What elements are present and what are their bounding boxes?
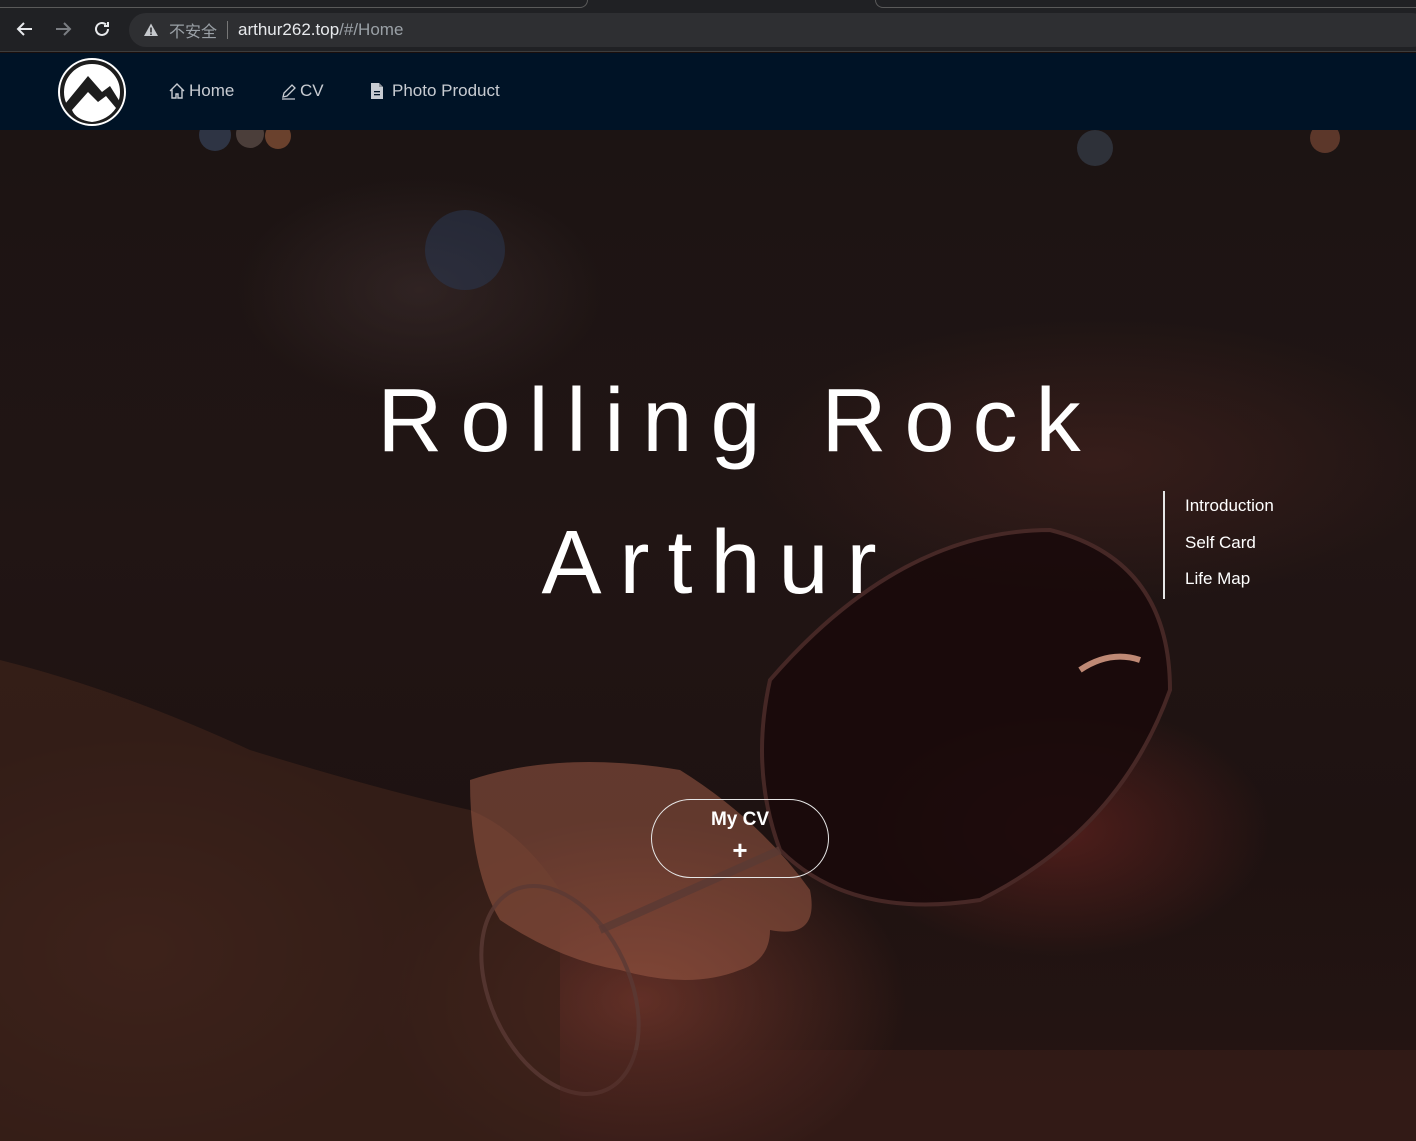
side-menu-self-card[interactable]: Self Card bbox=[1185, 528, 1274, 565]
home-icon bbox=[169, 83, 185, 99]
url-path: /#/Home bbox=[339, 20, 404, 39]
arrow-right-icon bbox=[56, 22, 72, 36]
nav-cv-label: CV bbox=[300, 81, 324, 100]
pencil-icon bbox=[282, 83, 296, 100]
browser-tab[interactable] bbox=[875, 0, 1416, 8]
document-icon bbox=[371, 83, 383, 99]
insecure-label: 不安全 bbox=[169, 24, 218, 41]
url-host: arthur262.top bbox=[238, 20, 340, 39]
my-cv-label: My CV bbox=[710, 808, 770, 830]
side-menu-introduction[interactable]: Introduction bbox=[1185, 491, 1274, 528]
divider bbox=[227, 21, 229, 39]
back-button[interactable] bbox=[13, 17, 37, 41]
nav-photo-product-label: Photo Product bbox=[392, 81, 500, 100]
arrow-left-icon bbox=[16, 22, 32, 36]
site-navbar: Home CV Photo Product bbox=[0, 53, 1416, 130]
logo[interactable] bbox=[58, 58, 126, 126]
nav-photo-product[interactable]: Photo Product bbox=[369, 81, 500, 101]
side-menu: Introduction Self Card Life Map bbox=[1163, 491, 1274, 599]
nav-home[interactable]: Home bbox=[168, 81, 234, 101]
mountain-logo-icon bbox=[60, 60, 124, 124]
plus-icon: + bbox=[732, 834, 748, 865]
forward-button[interactable] bbox=[51, 17, 75, 41]
warning-icon bbox=[144, 23, 158, 36]
side-menu-life-map[interactable]: Life Map bbox=[1185, 564, 1274, 601]
hero-section: Rolling Rock Arthur Introduction Self Ca… bbox=[0, 130, 1416, 1141]
browser-tab[interactable] bbox=[0, 0, 588, 8]
nav-cv[interactable]: CV bbox=[280, 81, 324, 101]
hero-background-photo bbox=[0, 130, 1416, 1141]
my-cv-button[interactable]: My CV + bbox=[651, 799, 829, 878]
nav-home-label: Home bbox=[189, 81, 235, 100]
reload-button[interactable] bbox=[90, 17, 114, 41]
address-bar[interactable]: 不安全 arthur262.top/#/Home bbox=[129, 13, 1416, 47]
hero-title-line-1: Rolling Rock bbox=[377, 371, 1099, 471]
browser-toolbar: 不安全 arthur262.top/#/Home bbox=[0, 0, 1416, 52]
reload-icon bbox=[95, 21, 109, 36]
